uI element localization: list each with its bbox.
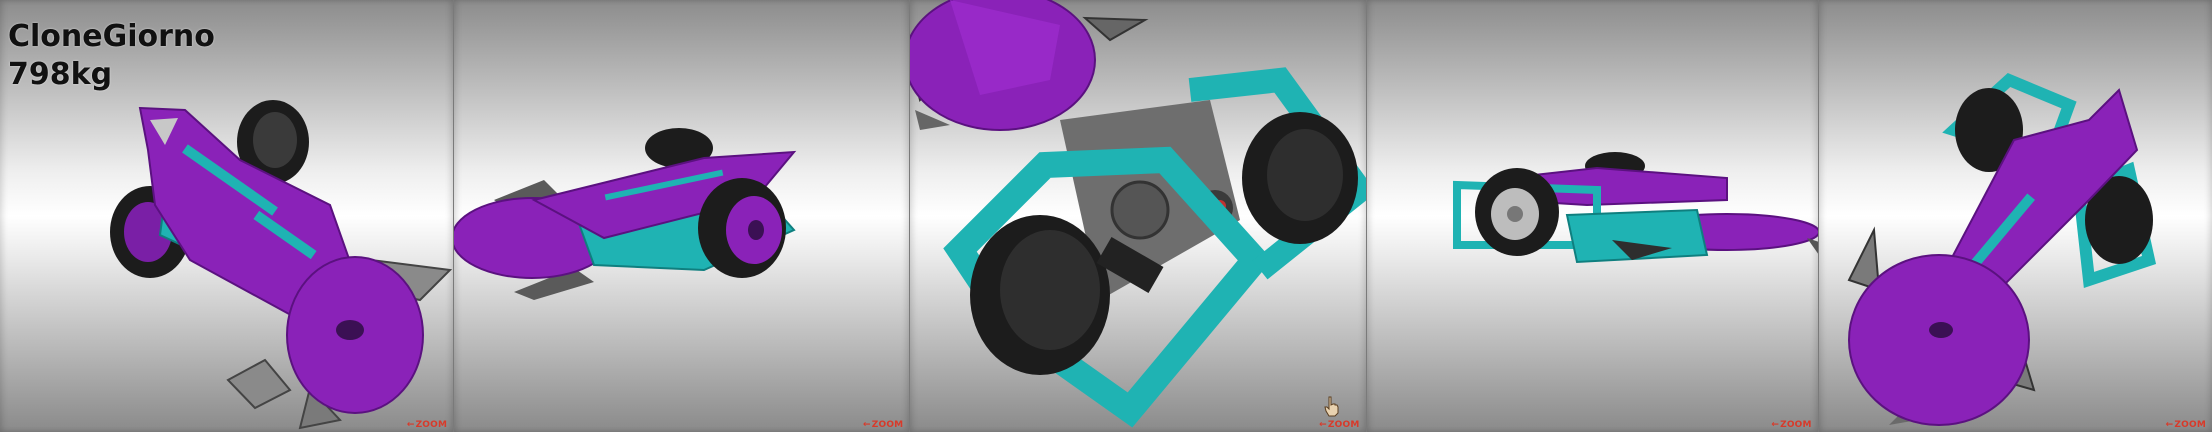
hand-cursor-icon <box>1324 396 1339 417</box>
robot-info: CloneGiorno 798kg <box>8 18 215 94</box>
view-panel-4[interactable]: ZOOM <box>1365 0 1818 432</box>
zoom-label[interactable]: ZOOM <box>863 420 903 430</box>
zoom-label[interactable]: ZOOM <box>2166 420 2206 430</box>
robot-name: CloneGiorno <box>8 19 215 54</box>
view-panel-5[interactable]: ZOOM <box>1817 0 2212 432</box>
robot-render-underside <box>910 0 1366 428</box>
zoom-label[interactable]: ZOOM <box>407 420 447 430</box>
robot-render-top-down <box>1847 72 2156 426</box>
robot-weight: 798kg <box>8 57 113 92</box>
zoom-label[interactable]: ZOOM <box>1319 420 1359 430</box>
view-panel-2[interactable]: ZOOM <box>453 0 910 432</box>
view-panel-3[interactable]: ZOOM <box>909 0 1366 432</box>
robot-render-side-angle <box>454 128 797 300</box>
render-strip: ZOOM ZOOM <box>0 0 2212 432</box>
robot-render-flat-side <box>1452 152 1818 264</box>
zoom-label[interactable]: ZOOM <box>1771 420 1811 430</box>
